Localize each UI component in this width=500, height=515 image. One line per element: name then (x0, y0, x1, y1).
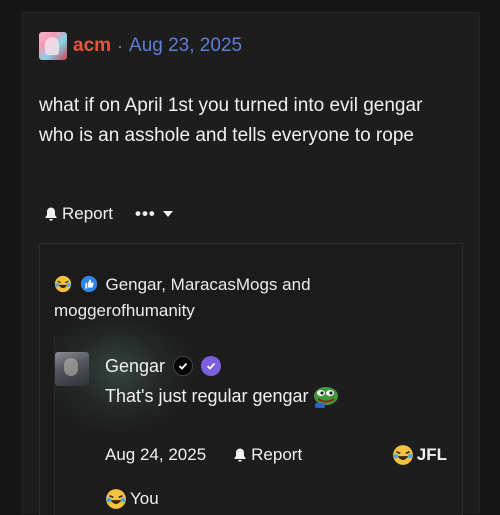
reply-avatar[interactable] (55, 352, 89, 386)
bell-icon (234, 448, 246, 462)
avatar[interactable] (39, 32, 67, 60)
separator: · (117, 35, 124, 56)
report-button[interactable]: Report (43, 204, 113, 224)
more-options-button[interactable]: ••• (135, 204, 178, 224)
more-dots: ••• (135, 204, 156, 223)
laughing-emoji-icon (392, 445, 413, 465)
pepe-emoji-icon (313, 387, 338, 408)
report-label: Report (62, 204, 114, 223)
chevron-down-icon (162, 211, 173, 217)
laughing-emoji-icon (54, 275, 72, 293)
post-header: acm · Aug 23, 2025 (39, 31, 242, 61)
laughing-emoji-icon (106, 489, 126, 509)
reply-date[interactable]: Aug 24, 2025 (105, 445, 206, 465)
reply-author-name[interactable]: Gengar (105, 356, 165, 377)
post-body: what if on April 1st you turned into evi… (39, 95, 423, 146)
reply-meta: Aug 24, 2025 Report JFL (105, 444, 447, 466)
reactions-summary[interactable]: Gengar, MaracasMogs and moggerofhumanity (54, 272, 354, 324)
post-actions: Report ••• (43, 201, 178, 227)
reply-header: Gengar (105, 354, 222, 378)
you-label: You (130, 489, 159, 508)
author-name[interactable]: acm (73, 35, 111, 57)
verified-badge-icon (173, 356, 194, 376)
bell-icon (45, 207, 57, 221)
reply-reactions-summary[interactable]: You (105, 488, 159, 510)
reply-report-label: Report (251, 445, 303, 464)
post-card: acm · Aug 23, 2025 what if on April 1st … (22, 12, 480, 515)
jfl-reaction-button[interactable]: JFL (392, 444, 447, 466)
post-date[interactable]: Aug 23, 2025 (129, 35, 242, 57)
reply-body: That's just regular gengar (105, 385, 309, 406)
verified-badge-icon (201, 356, 222, 376)
thumbs-up-icon (80, 275, 97, 293)
reply-text-row: That's just regular gengar (105, 384, 341, 408)
reply-report-button[interactable]: Report (232, 445, 302, 465)
jfl-label: JFL (416, 445, 447, 464)
reply-thread: Gengar, MaracasMogs and moggerofhumanity… (39, 243, 463, 515)
reply-card: Gengar That's just regular gengar Aug 24… (54, 316, 461, 515)
